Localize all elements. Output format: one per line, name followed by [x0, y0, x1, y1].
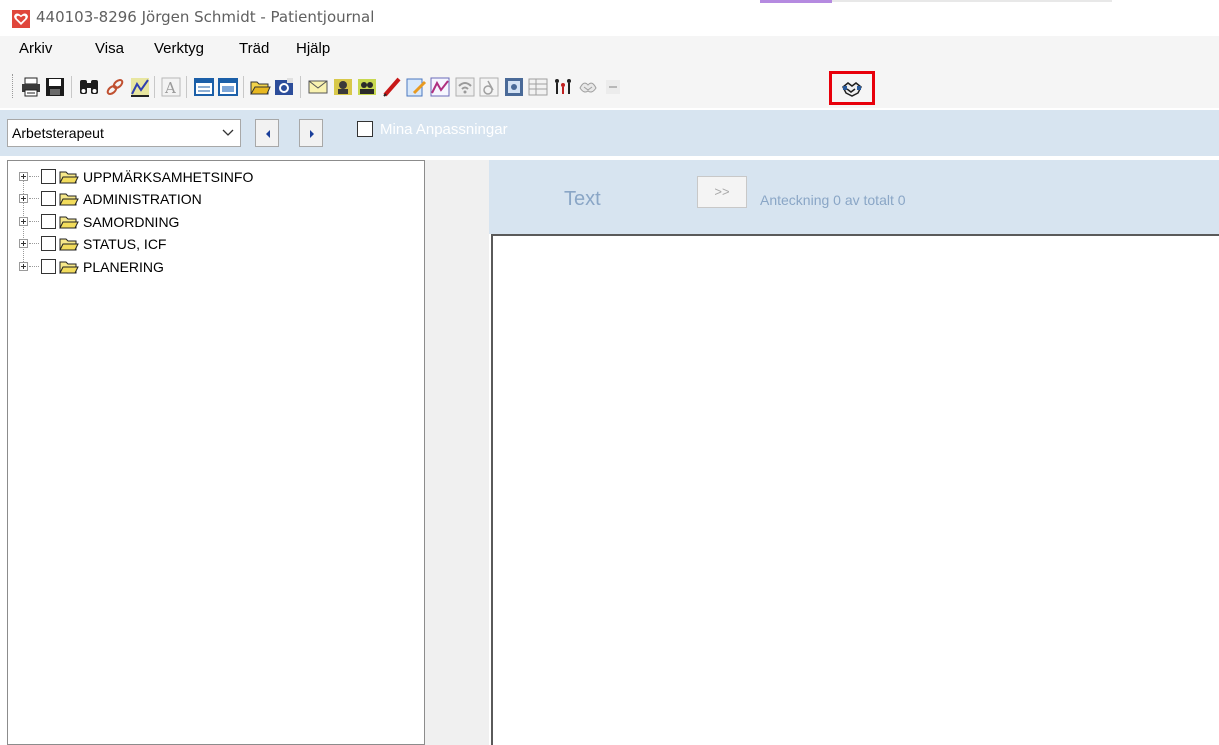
menu-verktyg[interactable]: Verktyg	[152, 40, 206, 57]
tree-connector	[29, 176, 39, 177]
next-note-button-label: >>	[714, 184, 730, 199]
expand-icon[interactable]	[19, 217, 28, 226]
family-icon[interactable]	[552, 76, 574, 98]
form-icon[interactable]	[193, 76, 215, 98]
filter-bar: Arbetsterapeut	[0, 110, 1219, 156]
mina-anpassningar-label[interactable]: Mina Anpassningar	[380, 121, 508, 138]
tree-item-checkbox[interactable]	[41, 236, 56, 251]
toolbar-separator	[243, 76, 244, 98]
folder-refresh-icon[interactable]	[273, 76, 295, 98]
tree-item-label: ADMINISTRATION	[83, 191, 202, 207]
arrow-right-icon	[310, 130, 314, 138]
tree-item[interactable]: STATUS, ICF	[8, 233, 408, 255]
tree-item-label: PLANERING	[83, 259, 164, 275]
handshake-icon[interactable]	[841, 78, 863, 100]
title-tab-accent	[760, 0, 832, 3]
tree-item-label: UPPMÄRKSAMHETSINFO	[83, 169, 254, 185]
toolbar-separator	[186, 76, 187, 98]
note-counter: Anteckning 0 av totalt 0	[760, 192, 906, 208]
chevron-down-icon	[222, 129, 234, 136]
form-edit-icon[interactable]	[217, 76, 239, 98]
previous-button[interactable]	[255, 119, 279, 147]
tree-item[interactable]: ADMINISTRATION	[8, 188, 408, 210]
splitter[interactable]	[425, 160, 489, 745]
tree-item-checkbox[interactable]	[41, 214, 56, 229]
minus-icon[interactable]	[602, 76, 624, 98]
tree-panel: UPPMÄRKSAMHETSINFO ADMINISTRATION SAMORD…	[7, 160, 425, 745]
tree-connector	[29, 198, 39, 199]
folder-open-icon[interactable]	[249, 76, 271, 98]
folder-icon	[59, 261, 79, 274]
next-button[interactable]	[299, 119, 323, 147]
note-text-area[interactable]	[491, 234, 1219, 745]
note-edit-icon[interactable]	[405, 76, 427, 98]
chart-icon[interactable]	[129, 76, 151, 98]
tree-item[interactable]: SAMORDNING	[8, 211, 408, 233]
tree-connector	[29, 266, 39, 267]
font-icon[interactable]: A	[160, 76, 182, 98]
hands-icon[interactable]	[577, 76, 599, 98]
expand-icon[interactable]	[19, 194, 28, 203]
tree-item-checkbox[interactable]	[41, 169, 56, 184]
tree-item-checkbox[interactable]	[41, 191, 56, 206]
menu-visa[interactable]: Visa	[93, 40, 126, 57]
toolbar: A	[0, 66, 1219, 108]
tree-connector	[29, 221, 39, 222]
folder-icon	[59, 238, 79, 251]
profession-value: Arbetsterapeut	[12, 125, 104, 141]
next-note-button[interactable]: >>	[697, 176, 747, 208]
tree-connector	[29, 243, 39, 244]
tree-item-checkbox[interactable]	[41, 259, 56, 274]
toolbar-separator	[300, 76, 301, 98]
toolbar-separator	[71, 76, 72, 98]
menu-arkiv[interactable]: Arkiv	[17, 40, 54, 57]
tree-item[interactable]: UPPMÄRKSAMHETSINFO	[8, 166, 408, 188]
mina-anpassningar-checkbox[interactable]	[357, 121, 373, 137]
graph-icon[interactable]	[429, 76, 451, 98]
tree-item[interactable]: PLANERING	[8, 256, 408, 278]
tree-item-label: STATUS, ICF	[83, 236, 167, 252]
menu-bar: Arkiv Visa Verktyg Träd Hjälp	[0, 36, 1219, 66]
title-bar: 440103-8296 Jörgen Schmidt - Patientjour…	[0, 0, 1219, 34]
print-icon[interactable]	[20, 76, 42, 98]
menu-trad[interactable]: Träd	[237, 40, 271, 57]
accessibility-icon[interactable]	[478, 76, 500, 98]
toolbar-separator	[154, 76, 155, 98]
window-title: 440103-8296 Jörgen Schmidt - Patientjour…	[36, 8, 375, 26]
note-header-label: Text	[564, 188, 601, 210]
binoculars-icon[interactable]	[78, 76, 100, 98]
person-search-icon[interactable]	[332, 76, 354, 98]
folder-icon	[59, 171, 79, 184]
handshake-button-highlight[interactable]	[829, 71, 875, 105]
svg-text:A: A	[164, 79, 176, 97]
expand-icon[interactable]	[19, 262, 28, 271]
expand-icon[interactable]	[19, 239, 28, 248]
wifi-icon[interactable]	[454, 76, 476, 98]
tree-item-label: SAMORDNING	[83, 214, 180, 230]
toolbar-grip[interactable]	[12, 74, 15, 98]
patientjournal-window: 440103-8296 Jörgen Schmidt - Patientjour…	[0, 0, 1219, 745]
persons-icon[interactable]	[356, 76, 378, 98]
note-header: Text >> Anteckning 0 av totalt 0	[489, 160, 1219, 234]
profession-dropdown[interactable]: Arbetsterapeut	[7, 119, 241, 147]
folder-icon	[59, 216, 79, 229]
arrow-left-icon	[266, 130, 270, 138]
folder-icon	[59, 193, 79, 206]
table-icon[interactable]	[527, 76, 549, 98]
envelope-icon[interactable]	[307, 76, 329, 98]
pen-icon[interactable]	[381, 76, 403, 98]
heart-app-icon	[12, 10, 30, 28]
title-tab-line	[832, 0, 1112, 2]
save-icon[interactable]	[44, 76, 66, 98]
menu-hjalp[interactable]: Hjälp	[294, 40, 332, 57]
settings-icon[interactable]	[503, 76, 525, 98]
expand-icon[interactable]	[19, 172, 28, 181]
link-icon[interactable]	[104, 76, 126, 98]
